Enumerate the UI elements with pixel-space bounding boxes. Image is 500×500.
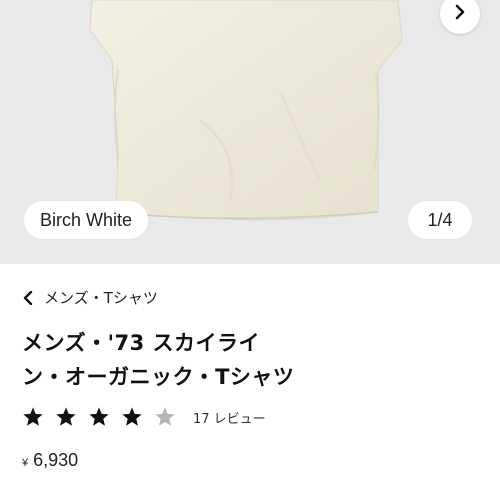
chevron-left-icon bbox=[22, 290, 34, 305]
product-title: メンズ・'73 スカイライ ン・オーガニック・Tシャツ bbox=[22, 326, 482, 394]
price-amount: 6,930 bbox=[33, 450, 79, 470]
review-count[interactable]: 17 レビュー bbox=[193, 408, 266, 427]
star-empty-icon bbox=[155, 407, 175, 426]
product-title-line-1: メンズ・'73 スカイライ bbox=[22, 331, 261, 355]
color-name-badge: Birch White bbox=[24, 201, 149, 239]
star-filled-icon bbox=[23, 407, 43, 426]
rating-stars bbox=[22, 406, 187, 428]
chevron-right-icon bbox=[452, 4, 468, 24]
breadcrumb[interactable]: メンズ・Tシャツ bbox=[22, 287, 158, 308]
breadcrumb-label: メンズ・Tシャツ bbox=[44, 289, 158, 307]
product-title-line-2: ン・オーガニック・Tシャツ bbox=[22, 365, 295, 389]
image-counter: 1/4 bbox=[408, 201, 472, 239]
product-price: ¥ 6,930 bbox=[22, 450, 78, 471]
product-rating[interactable]: 17 レビュー bbox=[22, 406, 266, 428]
product-image-gallery[interactable]: Birch White 1/4 bbox=[0, 0, 500, 264]
currency-symbol: ¥ bbox=[22, 457, 29, 469]
star-filled-icon bbox=[89, 407, 109, 426]
star-filled-icon bbox=[122, 407, 142, 426]
star-filled-icon bbox=[56, 407, 76, 426]
